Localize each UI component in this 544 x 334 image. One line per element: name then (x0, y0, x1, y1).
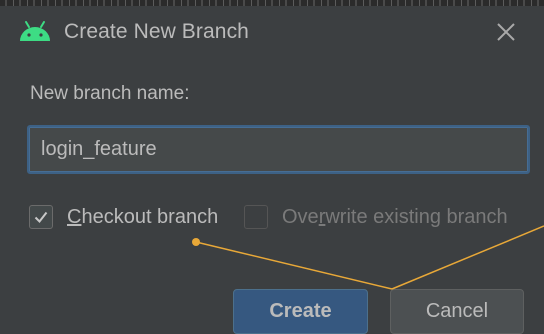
title-bar[interactable]: Create New Branch (0, 6, 544, 58)
label-suffix: heckout branch (81, 205, 219, 228)
checkmark-icon (34, 211, 48, 224)
label-prefix: Ove (282, 205, 319, 228)
cancel-button[interactable]: Cancel (390, 289, 524, 334)
mnemonic-letter: C (67, 205, 82, 228)
overwrite-branch-checkbox[interactable]: Overwrite existing branch (244, 202, 508, 232)
create-button[interactable]: Create (233, 289, 368, 334)
branch-name-label: New branch name: (30, 83, 190, 104)
branch-name-input[interactable] (27, 125, 530, 174)
overwrite-branch-label: Overwrite existing branch (282, 206, 508, 229)
checkout-branch-label: Checkout branch (67, 206, 218, 229)
checkbox-box[interactable] (244, 205, 268, 229)
label-suffix: write existing branch (325, 205, 508, 228)
checkbox-box[interactable] (29, 205, 53, 229)
close-icon[interactable] (492, 18, 520, 46)
checkout-branch-checkbox[interactable]: Checkout branch (29, 202, 218, 232)
create-branch-dialog: Create New Branch New branch name: Check… (0, 6, 544, 334)
android-icon (20, 21, 50, 41)
dialog-title: Create New Branch (64, 20, 249, 43)
